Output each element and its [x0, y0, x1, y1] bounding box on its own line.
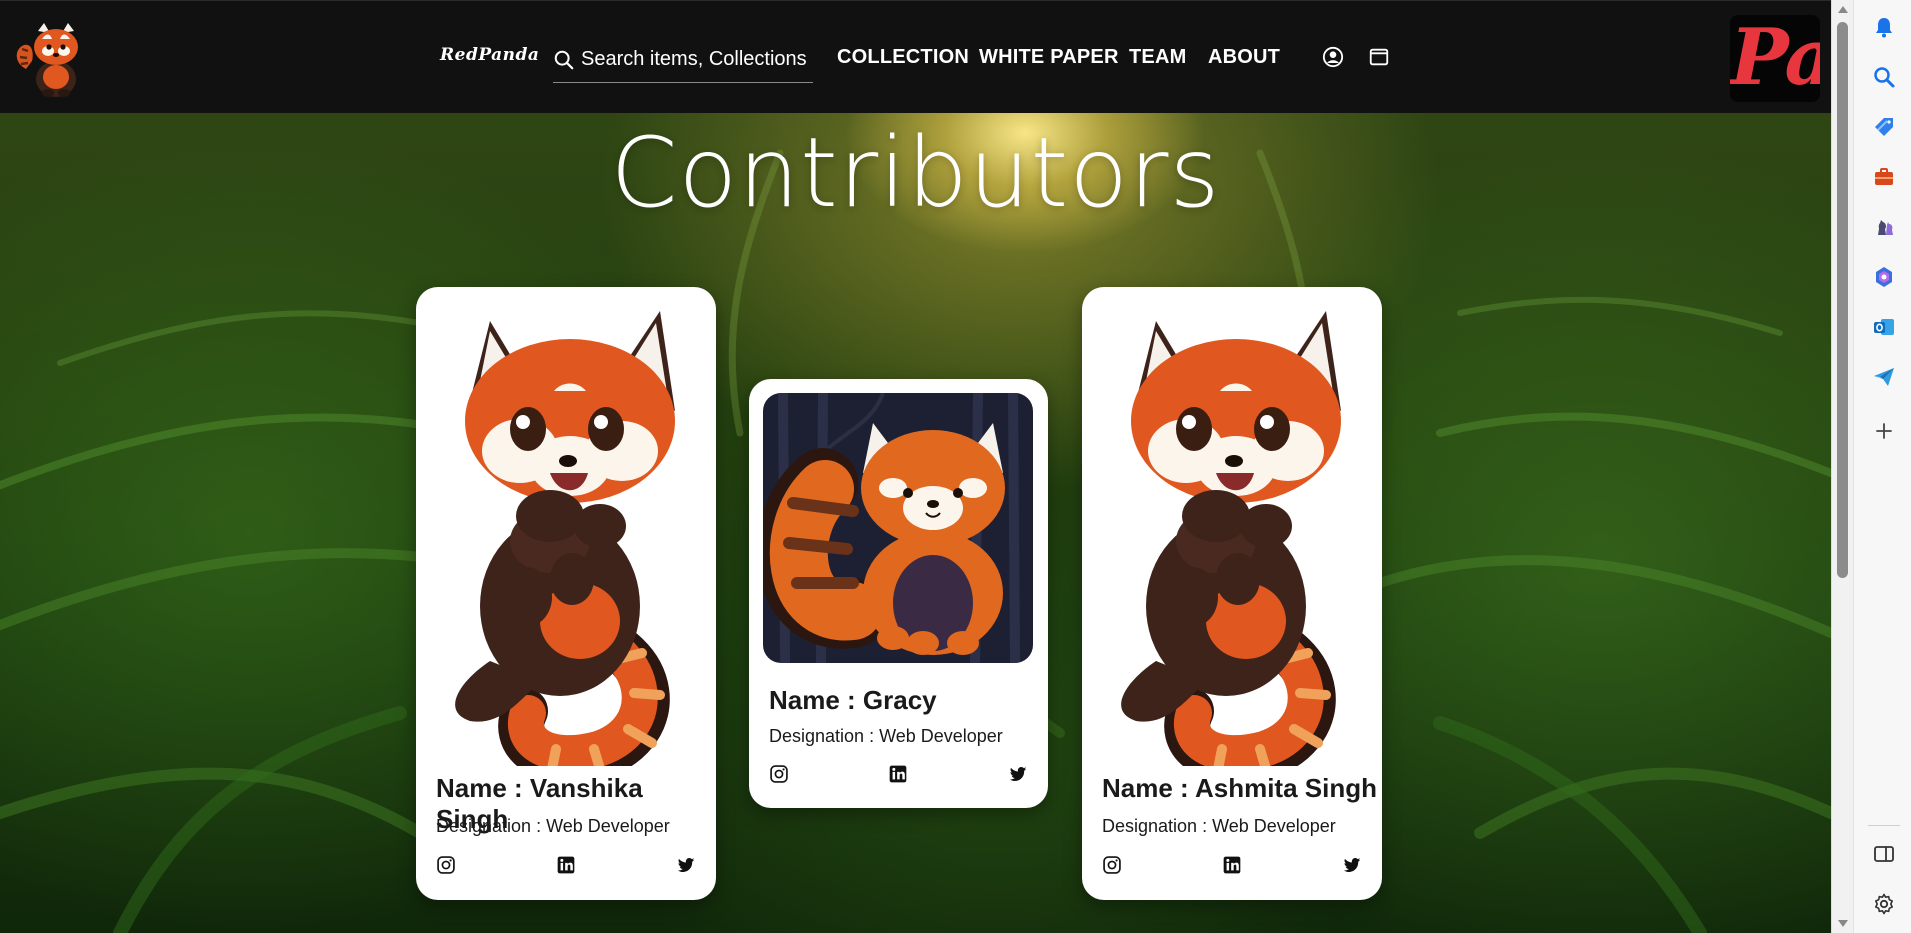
- send-icon[interactable]: [1872, 365, 1896, 389]
- instagram-icon[interactable]: [769, 764, 789, 784]
- brand-name[interactable]: RedPanda: [440, 45, 539, 65]
- twitter-icon[interactable]: [676, 855, 696, 875]
- instagram-icon[interactable]: [436, 855, 456, 875]
- nav-about[interactable]: ABOUT: [1208, 46, 1280, 69]
- search-icon[interactable]: [1872, 65, 1896, 89]
- contributor-card: Name : Gracy Designation : Web Developer: [749, 379, 1048, 808]
- settings-icon[interactable]: [1872, 892, 1896, 916]
- page-viewport: Contributors RedPanda Search items, Coll…: [0, 0, 1831, 933]
- briefcase-icon[interactable]: [1872, 165, 1896, 189]
- contributor-designation: Designation : Web Developer: [436, 816, 670, 836]
- scroll-thumb[interactable]: [1837, 22, 1848, 578]
- user-circle-icon[interactable]: [1322, 46, 1344, 68]
- tag-icon[interactable]: [1872, 115, 1896, 139]
- search-bar[interactable]: [553, 37, 813, 83]
- search-input[interactable]: [581, 48, 806, 71]
- corner-logo[interactable]: Pa: [1730, 15, 1820, 102]
- twitter-icon[interactable]: [1008, 764, 1028, 784]
- browser-sidebar: [1853, 0, 1911, 933]
- scroll-up-arrow[interactable]: [1838, 6, 1848, 13]
- page-scrollbar[interactable]: [1831, 0, 1853, 933]
- nav-collection[interactable]: COLLECTION: [837, 46, 969, 69]
- wallet-icon[interactable]: [1368, 46, 1390, 68]
- copilot-icon[interactable]: [1872, 265, 1896, 289]
- red-panda-avatar: [763, 393, 1033, 663]
- nav-team[interactable]: TEAM: [1129, 46, 1186, 69]
- search-icon: [554, 50, 574, 69]
- contributor-designation: Designation : Web Developer: [769, 726, 1003, 746]
- contributor-name: Name : Ashmita Singh: [1102, 773, 1377, 803]
- sidebar-divider: [1868, 825, 1900, 826]
- red-panda-avatar: [1096, 301, 1368, 766]
- red-panda-avatar: [430, 301, 702, 766]
- chess-icon[interactable]: [1872, 215, 1896, 239]
- linkedin-icon[interactable]: [888, 764, 908, 784]
- corner-logo-text: Pa: [1730, 15, 1820, 102]
- scroll-down-arrow[interactable]: [1838, 920, 1848, 927]
- linkedin-icon[interactable]: [1222, 855, 1242, 875]
- bell-icon[interactable]: [1872, 15, 1896, 39]
- linkedin-icon[interactable]: [556, 855, 576, 875]
- page-title: Contributors: [610, 117, 1221, 229]
- contributor-name: Name : Gracy: [769, 685, 937, 715]
- split-screen-icon[interactable]: [1872, 842, 1896, 866]
- twitter-icon[interactable]: [1342, 855, 1362, 875]
- contributor-designation: Designation : Web Developer: [1102, 816, 1336, 836]
- red-panda-logo[interactable]: [12, 19, 98, 99]
- plus-icon[interactable]: [1872, 419, 1896, 443]
- outlook-icon[interactable]: [1872, 315, 1896, 339]
- contributor-card: Name : Ashmita Singh Designation : Web D…: [1082, 287, 1382, 900]
- contributor-card: Name : Vanshika Singh Designation : Web …: [416, 287, 716, 900]
- nav-white-paper[interactable]: WHITE PAPER: [979, 46, 1119, 69]
- instagram-icon[interactable]: [1102, 855, 1122, 875]
- top-navbar: RedPanda COLLECTION WHITE PAPER TEAM ABO…: [0, 0, 1831, 113]
